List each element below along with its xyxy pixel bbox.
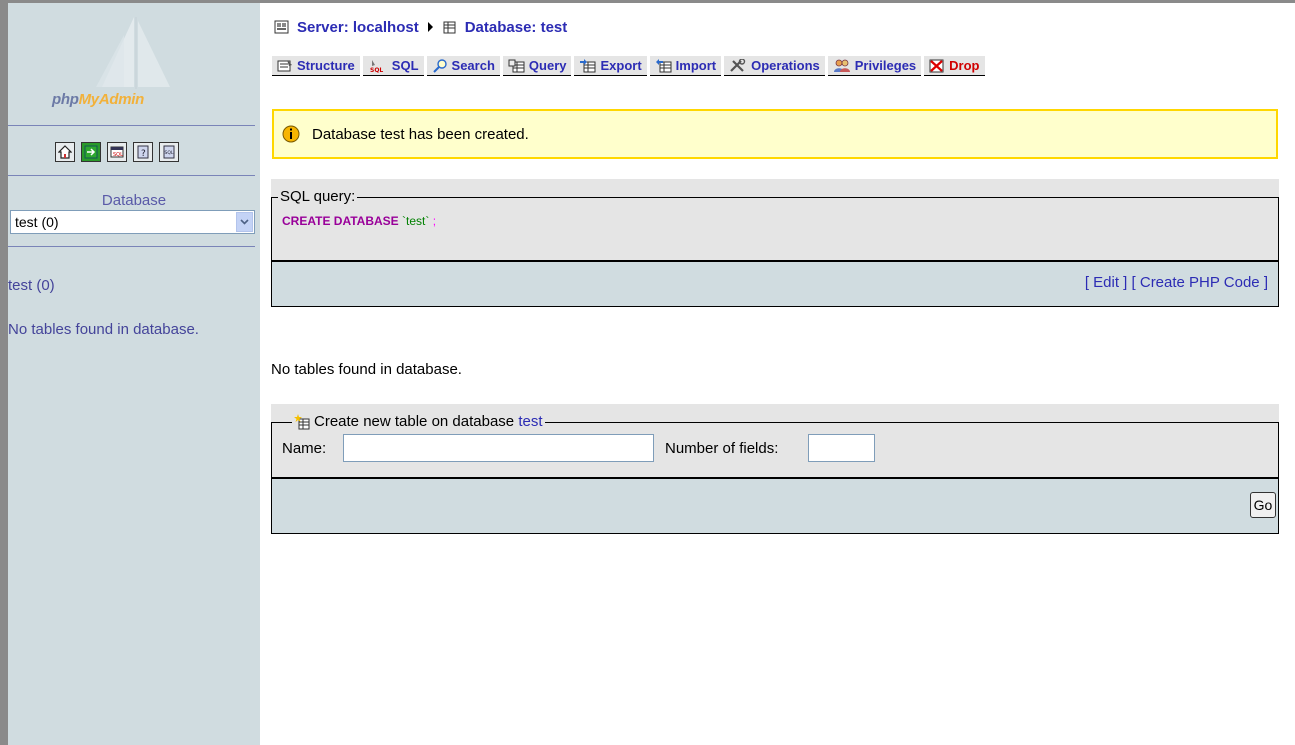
- documentation-icon[interactable]: ?: [133, 142, 153, 162]
- new-table-icon: [294, 413, 310, 430]
- export-icon: [579, 58, 596, 73]
- sql-query-actions: [ Edit ] [ Create PHP Code ]: [1084, 274, 1268, 291]
- database-tabs: Structure SQL SQL Search Query Export Im…: [272, 56, 988, 76]
- search-icon: [432, 58, 448, 73]
- tab-structure[interactable]: Structure: [272, 56, 360, 76]
- create-table-box: Create new table on database test Name: …: [271, 404, 1279, 534]
- main-content: Server: localhost Database: test Structu…: [260, 3, 1295, 745]
- tab-search[interactable]: Search: [426, 56, 500, 76]
- sidebar-database-link[interactable]: test (0): [8, 277, 55, 294]
- svg-text:SQL: SQL: [370, 67, 383, 73]
- chevron-down-icon[interactable]: [236, 212, 253, 232]
- create-table-footer: Go: [271, 477, 1279, 534]
- tab-operations[interactable]: Operations: [724, 56, 825, 76]
- table-name-input[interactable]: [343, 434, 654, 462]
- breadcrumb: Server: localhost Database: test: [274, 17, 567, 37]
- phpmyadmin-logo[interactable]: phpMyAdmin: [8, 3, 260, 125]
- no-tables-message: No tables found in database.: [271, 361, 462, 378]
- database-icon: [442, 20, 457, 34]
- breadcrumb-database-link[interactable]: Database: test: [465, 19, 568, 36]
- tab-import[interactable]: Import: [649, 56, 722, 76]
- sql-query-body: SQL query: CREATE DATABASE `test` ;: [271, 188, 1279, 260]
- drop-icon: [929, 59, 945, 73]
- go-button[interactable]: Go: [1250, 492, 1276, 518]
- sidebar-divider: [8, 246, 255, 247]
- database-label: Database: [101, 192, 167, 209]
- svg-text:SQL: SQL: [113, 152, 123, 158]
- tab-export[interactable]: Export: [574, 56, 647, 76]
- sidebar-divider: [8, 125, 255, 126]
- svg-text:?: ?: [141, 149, 146, 159]
- sql-icon: SQL: [368, 59, 388, 73]
- query-icon: [508, 59, 525, 73]
- operations-icon: [729, 58, 747, 73]
- create-table-body: Create new table on database test Name: …: [271, 413, 1279, 477]
- sidebar-toolbar: SQL ? SQL: [55, 142, 179, 162]
- import-icon: [655, 58, 672, 73]
- sidebar-no-tables-text: No tables found in database.: [8, 321, 199, 338]
- window-left-border: [0, 0, 8, 745]
- breadcrumb-separator-icon: [427, 22, 434, 32]
- structure-icon: [277, 59, 293, 73]
- logo-wordmark: phpMyAdmin: [52, 91, 144, 108]
- database-select-value: test (0): [15, 214, 59, 230]
- info-icon: [282, 125, 300, 143]
- number-of-fields-label: Number of fields:: [665, 440, 779, 457]
- privileges-icon: [833, 59, 851, 73]
- sailboat-logo-icon: [96, 17, 170, 89]
- tab-query[interactable]: Query: [502, 56, 572, 76]
- database-select[interactable]: test (0): [10, 210, 255, 234]
- notice-text: Database test has been created.: [312, 125, 529, 143]
- server-icon: [274, 20, 289, 34]
- tab-drop[interactable]: Drop: [924, 56, 985, 76]
- success-notice: Database test has been created.: [272, 109, 1278, 159]
- sidebar-divider: [8, 175, 255, 176]
- breadcrumb-server-link[interactable]: Server: localhost: [297, 19, 419, 36]
- sql-docs-icon[interactable]: SQL: [159, 142, 179, 162]
- sql-query-text: CREATE DATABASE `test` ;: [282, 214, 437, 228]
- edit-query-link[interactable]: Edit: [1093, 274, 1119, 291]
- svg-text:SQL: SQL: [165, 150, 174, 156]
- create-table-legend: Create new table on database test: [292, 413, 545, 430]
- number-of-fields-input[interactable]: [808, 434, 875, 462]
- table-name-label: Name:: [282, 440, 327, 457]
- query-window-icon[interactable]: SQL: [107, 142, 127, 162]
- sql-query-legend: SQL query:: [278, 188, 358, 205]
- sql-query-footer: [ Edit ] [ Create PHP Code ]: [271, 260, 1279, 307]
- sql-query-box: SQL query: CREATE DATABASE `test` ; [ Ed…: [271, 179, 1279, 307]
- create-php-code-link[interactable]: Create PHP Code: [1140, 274, 1260, 291]
- tab-privileges[interactable]: Privileges: [827, 56, 922, 76]
- navigation-sidebar: phpMyAdmin SQL ? SQL Database test (0) t…: [8, 3, 260, 745]
- tab-sql[interactable]: SQL SQL: [362, 56, 424, 76]
- sql-query-box-header: [271, 179, 1279, 197]
- create-table-db-link[interactable]: test: [518, 413, 542, 430]
- exit-icon[interactable]: [81, 142, 101, 162]
- home-icon[interactable]: [55, 142, 75, 162]
